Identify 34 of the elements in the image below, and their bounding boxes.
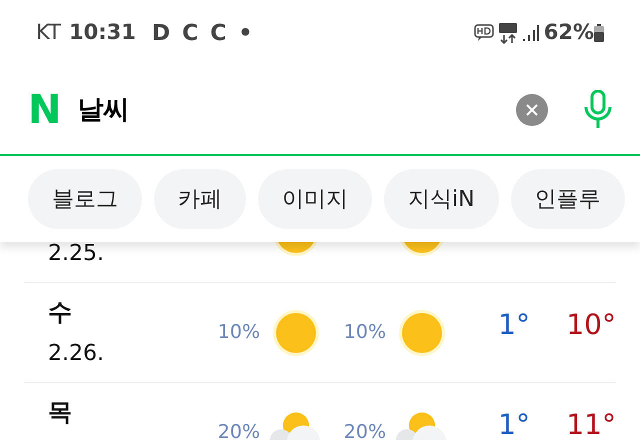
notification-icon: C xyxy=(210,16,226,50)
clock-text: 10:31 xyxy=(68,19,136,46)
notification-icon: C xyxy=(182,16,198,50)
category-chip[interactable]: 지식iN xyxy=(384,169,499,229)
category-chip[interactable]: 카페 xyxy=(154,169,246,229)
weekday-text: 목 xyxy=(48,400,72,424)
notification-icon: • xyxy=(238,16,252,50)
precipitation-text: 10% xyxy=(218,320,260,346)
low-temperature-text: 1° xyxy=(498,310,530,338)
low-temperature-text: 1° xyxy=(498,410,530,438)
battery-icon xyxy=(594,24,604,42)
date-text: 2.26. xyxy=(48,342,104,364)
notification-icon: D xyxy=(152,16,170,50)
category-chip[interactable]: 블로그 xyxy=(28,169,142,229)
precipitation-text: 20% xyxy=(344,420,386,440)
weekday-text: 수 xyxy=(48,300,72,324)
sun-icon xyxy=(398,308,446,356)
battery-percent-text: 62% xyxy=(544,19,594,46)
search-field[interactable]: 날씨 xyxy=(77,90,516,130)
signal-icon xyxy=(522,24,540,42)
category-chip[interactable]: 이미지 xyxy=(258,169,372,229)
high-temperature-text: 11° xyxy=(566,410,616,438)
high-temperature-text: 10° xyxy=(566,310,616,338)
5g-data-icon xyxy=(498,22,518,44)
carrier-text: KT xyxy=(36,19,61,46)
sun-icon xyxy=(272,308,320,356)
category-chip[interactable]: 인플루 xyxy=(510,169,625,229)
date-text: 2.25. xyxy=(48,242,104,264)
microphone-icon[interactable] xyxy=(584,90,612,130)
precipitation-text: 10% xyxy=(344,320,386,346)
close-icon xyxy=(526,104,538,116)
precipitation-text: 20% xyxy=(218,420,260,440)
hd-voice-icon xyxy=(474,24,494,42)
clear-button[interactable] xyxy=(516,94,548,126)
